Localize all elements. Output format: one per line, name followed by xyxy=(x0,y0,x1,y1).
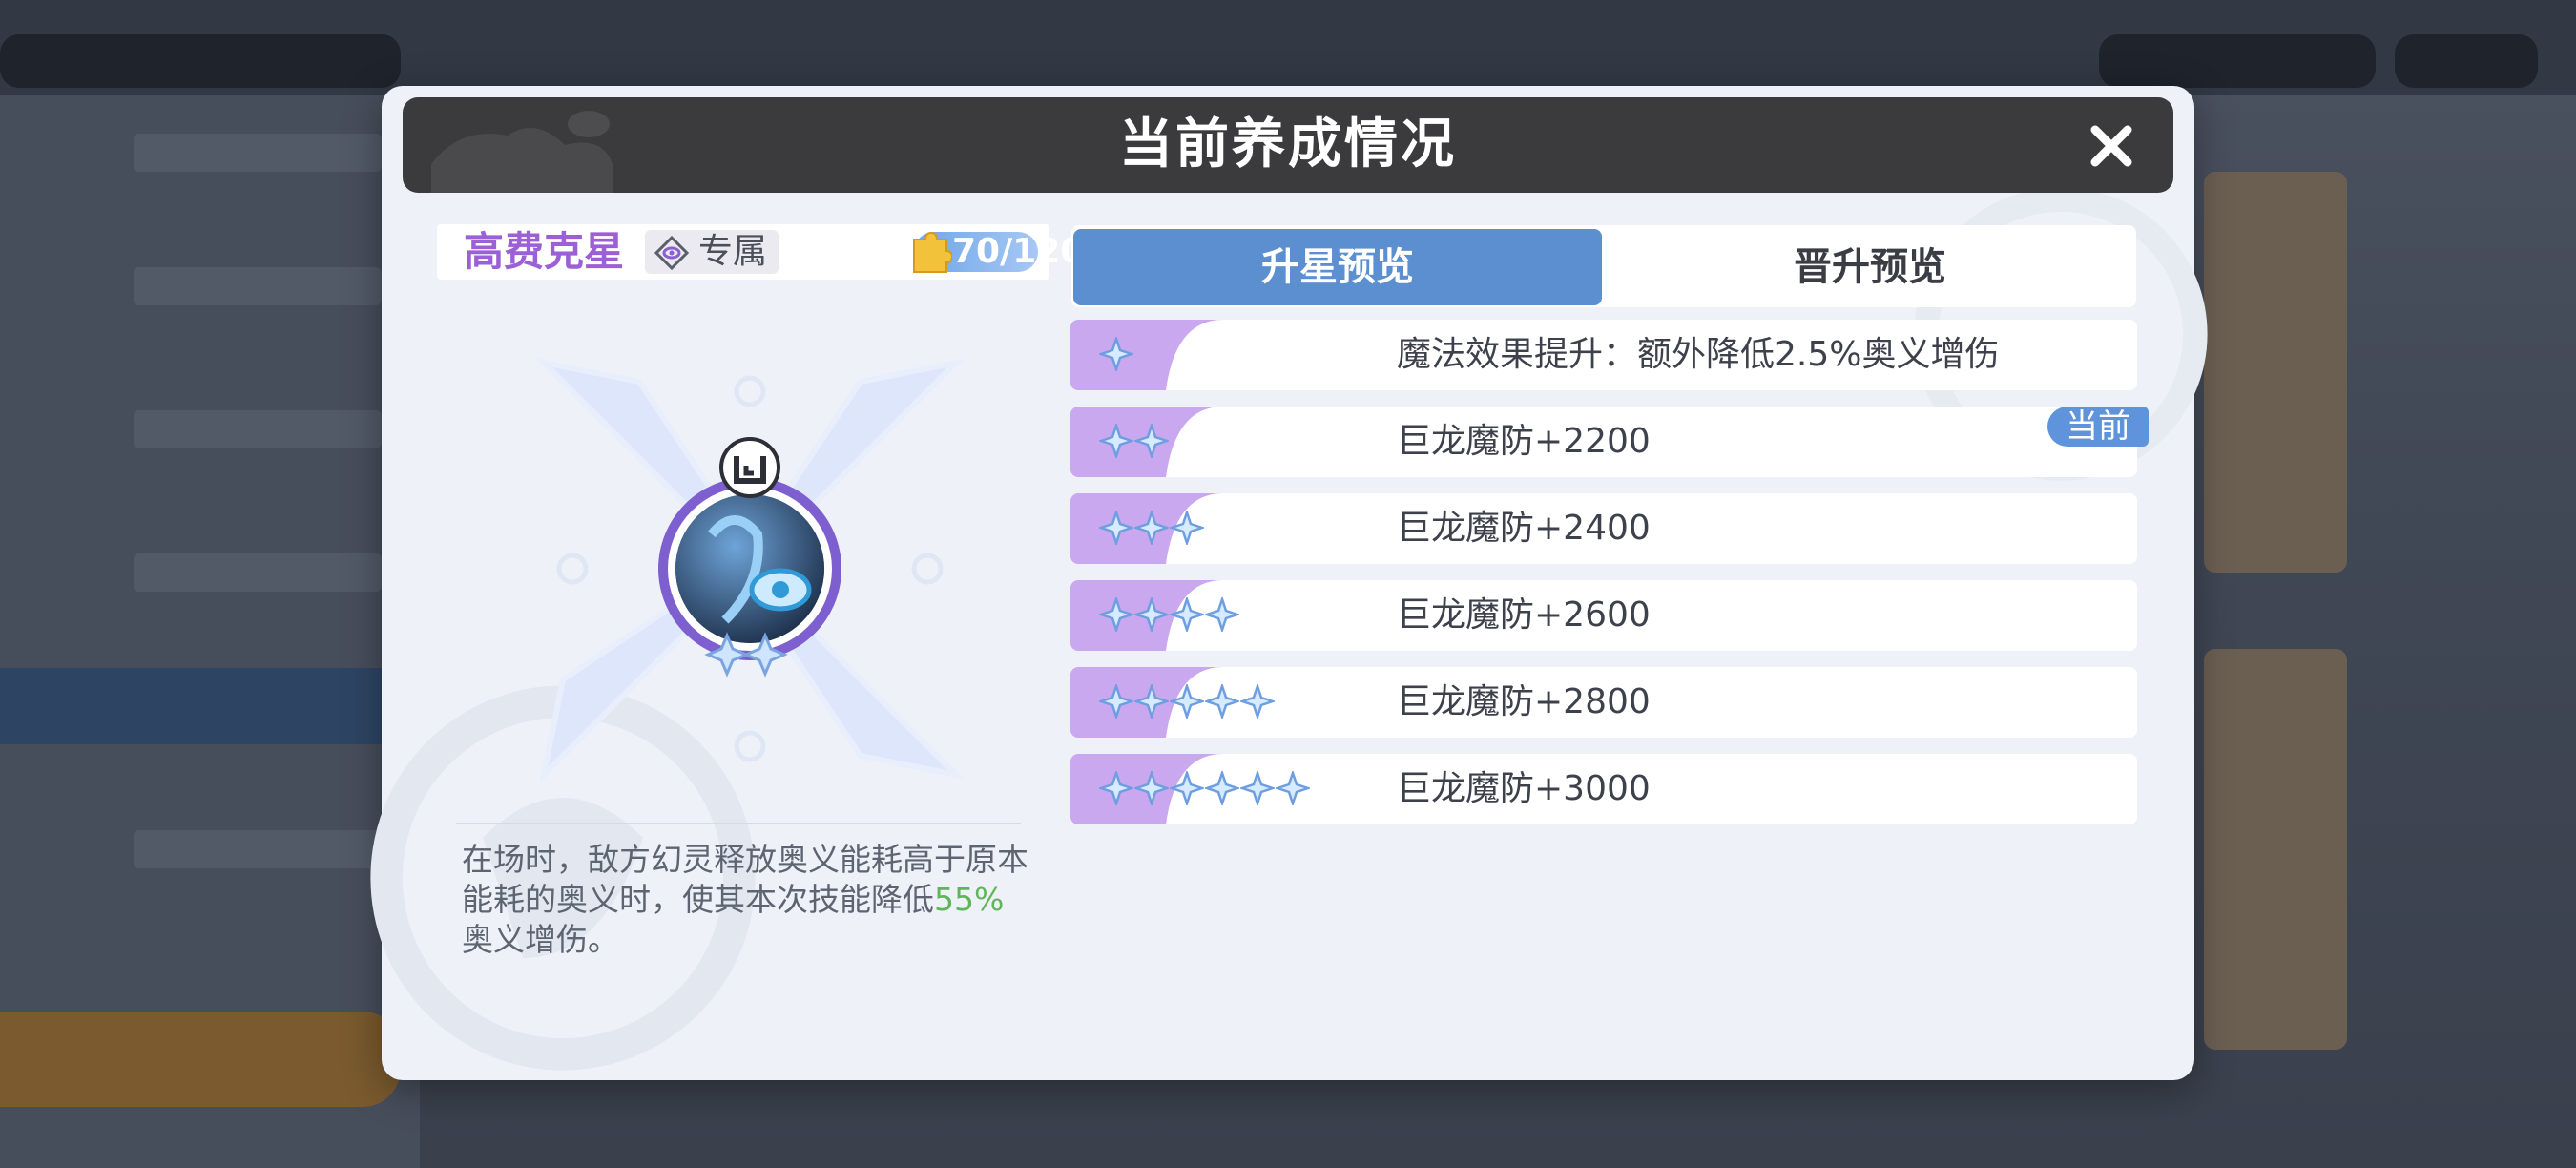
star-icons xyxy=(1099,337,1134,373)
star-row-text: 巨龙魔防+3000 xyxy=(1397,769,1651,808)
skill-emblem-icon xyxy=(534,358,966,784)
star-row-text: 巨龙魔防+2400 xyxy=(1397,509,1651,548)
skill-name: 高费克星 xyxy=(464,228,625,275)
background-card xyxy=(2204,172,2347,573)
description-text-end: 奥义增伤。 xyxy=(462,921,619,958)
star-icon xyxy=(1205,597,1239,632)
background-orange-bar xyxy=(0,1012,401,1107)
star-row: 巨龙魔防+2800 xyxy=(1070,667,2137,738)
star-icons xyxy=(1099,771,1311,807)
star-icon xyxy=(1134,597,1169,632)
description-divider xyxy=(456,823,1021,824)
star-icon xyxy=(1134,424,1169,458)
star-icon xyxy=(1134,511,1169,545)
star-icon xyxy=(1099,337,1133,371)
exclusive-tag-label: 专属 xyxy=(698,232,768,271)
tab-promotion-preview[interactable]: 晋升预览 xyxy=(1606,229,2134,305)
exclusive-tag: 专属 xyxy=(645,230,779,274)
background-left-panel xyxy=(0,95,420,1168)
skill-header: 高费克星 专属 70/120 xyxy=(437,224,1084,280)
current-badge: 当前 xyxy=(2047,407,2149,447)
star-icon xyxy=(1170,771,1204,805)
star-row: 巨龙魔防+2200 xyxy=(1070,407,2137,477)
modal-header: 当前养成情况 xyxy=(403,97,2173,193)
level-badge: 70/120 xyxy=(913,231,1084,273)
star-icon xyxy=(1240,684,1275,719)
star-icons xyxy=(1099,424,1170,460)
star-icons xyxy=(1099,511,1205,547)
star-icon xyxy=(1205,684,1239,719)
background-top-bar xyxy=(0,0,2576,95)
star-row: 巨龙魔防+2600 xyxy=(1070,580,2137,651)
star-row-text: 巨龙魔防+2200 xyxy=(1397,422,1651,461)
cultivation-modal: 当前养成情况 高费克星 专属 70/120 在场时，敌方幻灵释放奥义能耗高于原本… xyxy=(370,86,2208,1080)
star-icon xyxy=(1170,684,1204,719)
skill-description: 在场时，敌方幻灵释放奥义能耗高于原本能耗的奥义时，使其本次技能降低55%奥义增伤… xyxy=(462,840,1034,960)
star-icon xyxy=(1276,771,1310,805)
star-icon xyxy=(1205,771,1239,805)
star-row-text: 巨龙魔防+2600 xyxy=(1397,595,1651,635)
preview-tabs: 升星预览 晋升预览 xyxy=(1071,225,2136,307)
star-icon xyxy=(1099,684,1133,719)
star-icon xyxy=(1170,511,1204,545)
star-row: 巨龙魔防+2400 xyxy=(1070,493,2137,564)
eye-diamond-icon xyxy=(654,236,689,270)
row-accent xyxy=(1070,320,1223,390)
star-icon xyxy=(1099,597,1133,632)
star-icon xyxy=(1134,771,1169,805)
star-icon xyxy=(1170,597,1204,632)
description-highlight: 55% xyxy=(934,881,1005,918)
background-blue-bar xyxy=(0,668,401,744)
star-icons xyxy=(1099,597,1240,634)
puzzle-piece-icon xyxy=(913,231,952,273)
background-card xyxy=(2204,649,2347,1050)
star-icon xyxy=(1099,424,1133,458)
star-icon xyxy=(1134,684,1169,719)
star-row: 魔法效果提升：额外降低2.5%奥义增伤 xyxy=(1070,320,2137,390)
close-icon[interactable] xyxy=(2088,122,2135,170)
star-row-text: 魔法效果提升：额外降低2.5%奥义增伤 xyxy=(1397,335,2000,374)
tab-star-up-preview[interactable]: 升星预览 xyxy=(1073,229,1602,305)
modal-title: 当前养成情况 xyxy=(1119,114,1457,176)
star-icons xyxy=(1099,684,1276,720)
star-row: 巨龙魔防+3000 xyxy=(1070,754,2137,824)
star-icon xyxy=(1099,771,1133,805)
star-row-text: 巨龙魔防+2800 xyxy=(1397,682,1651,721)
star-icon xyxy=(1099,511,1133,545)
star-icon xyxy=(1240,771,1275,805)
level-value: 70/120 xyxy=(952,232,1085,271)
